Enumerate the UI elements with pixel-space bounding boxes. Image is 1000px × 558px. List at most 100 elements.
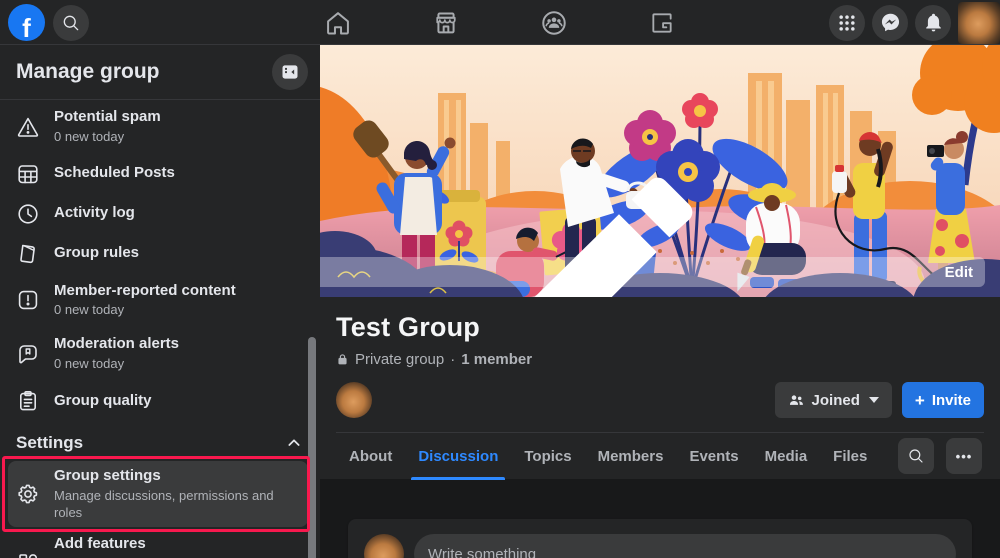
joined-label: Joined [812,392,860,409]
more-options-button[interactable]: ••• [946,438,982,474]
plus-icon: + [915,392,925,409]
search-icon [907,447,925,465]
feed-area: Write something [320,479,1000,550]
apps-grid-icon [837,13,857,33]
shapes-icon [16,551,40,558]
group-privacy-line: Private group · 1 member [336,351,984,368]
group-title: Test Group [336,297,984,343]
tab-members[interactable]: Members [585,433,677,480]
sidebar-title: Manage group [16,60,160,84]
sidebar-collapse-icon [280,62,300,82]
chevron-up-icon [286,435,302,451]
pencil-icon [320,146,938,297]
groups-icon [540,9,568,37]
top-center-tabs [324,0,676,45]
item-sub: 0 new today [54,302,236,319]
separator-dot: · [450,351,455,368]
warning-triangle-icon [16,115,40,139]
tab-discussion[interactable]: Discussion [405,433,511,480]
search-button[interactable] [53,5,89,41]
clock-icon [16,202,40,226]
notifications-button[interactable] [915,5,951,41]
group-search-button[interactable] [898,438,934,474]
sidebar-scrollbar-thumb[interactable] [308,337,316,558]
write-something-input[interactable]: Write something [414,534,956,558]
group-tabs: About Discussion Topics Members Events M… [336,433,880,480]
search-icon [61,13,81,33]
more-icon: ••• [956,449,973,464]
item-label: Moderation alerts [54,335,179,354]
tab-topics[interactable]: Topics [511,433,584,480]
member-avatar[interactable] [336,382,372,418]
post-composer-card: Write something [348,519,972,558]
home-tab[interactable] [324,9,352,37]
sidebar-item-group-quality[interactable]: Group quality [0,381,320,421]
bell-icon [923,12,944,33]
lock-icon [336,353,349,366]
sidebar-item-group-rules[interactable]: Group rules [0,234,320,274]
top-right-controls [829,0,1000,45]
item-label: Scheduled Posts [54,164,175,183]
clipboard-icon [16,389,40,413]
marketplace-tab[interactable] [432,9,460,37]
facebook-logo[interactable]: f [8,4,45,41]
settings-section-title: Settings [16,433,83,453]
facebook-group-admin-page: f [0,0,1000,558]
home-icon [324,9,352,37]
group-main-area: Edit Test Group Private group · 1 member [320,45,1000,558]
edit-cover-button[interactable]: Edit [320,257,985,287]
sidebar-item-moderation-alerts[interactable]: Moderation alerts 0 new today [0,327,320,381]
item-label: Potential spam [54,108,161,127]
gear-icon [16,482,40,506]
gaming-icon [649,10,675,36]
invite-button[interactable]: + Invite [902,382,984,418]
messenger-button[interactable] [872,5,908,41]
group-tabs-bar: About Discussion Topics Members Events M… [336,432,984,479]
settings-section-header[interactable]: Settings [0,421,320,459]
member-count[interactable]: 1 member [461,351,532,368]
joined-people-icon [788,392,805,409]
item-sub: Manage discussions, permissions and role… [54,488,290,522]
cover-photo[interactable]: Edit [320,45,1000,297]
rules-book-icon [16,242,40,266]
invite-label: Invite [932,392,971,409]
joined-button[interactable]: Joined [775,382,892,418]
tab-actions: ••• [898,438,984,474]
sidebar-header: Manage group [0,45,320,100]
report-square-icon [16,288,40,312]
gaming-tab[interactable] [648,9,676,37]
sidebar-item-add-features[interactable]: Add features Choose post formats, badges… [8,529,308,558]
item-sub: 0 new today [54,356,179,373]
item-label: Activity log [54,204,135,223]
tab-files[interactable]: Files [820,433,880,480]
members-and-actions-row: Joined + Invite [336,382,984,418]
sidebar-item-potential-spam[interactable]: Potential spam 0 new today [0,100,320,154]
item-label: Group quality [54,392,152,411]
tab-about[interactable]: About [336,433,405,480]
groups-tab[interactable] [540,9,568,37]
item-label: Add features [54,535,282,554]
top-navigation-bar: f [0,0,1000,45]
profile-avatar[interactable] [958,2,1000,44]
edit-cover-label: Edit [945,264,973,281]
sidebar-item-group-settings[interactable]: Group settings Manage discussions, permi… [8,461,308,528]
moderation-chat-icon [16,342,40,366]
privacy-label[interactable]: Private group [355,351,444,368]
group-header: Test Group Private group · 1 member [320,297,1000,479]
caret-down-icon [869,397,879,403]
tab-events[interactable]: Events [676,433,751,480]
apps-menu-button[interactable] [829,5,865,41]
item-sub: 0 new today [54,129,161,146]
calendar-grid-icon [16,162,40,186]
tab-media[interactable]: Media [752,433,821,480]
item-label: Member-reported content [54,282,236,301]
composer-avatar[interactable] [364,534,404,558]
sidebar-item-member-reported-content[interactable]: Member-reported content 0 new today [0,274,320,328]
sidebar-item-activity-log[interactable]: Activity log [0,194,320,234]
messenger-icon [880,12,901,33]
sidebar-item-scheduled-posts[interactable]: Scheduled Posts [0,154,320,194]
manage-group-sidebar: Manage group Potential spam 0 n [0,45,320,558]
collapse-sidebar-button[interactable] [272,54,308,90]
item-label: Group settings [54,467,290,486]
marketplace-icon [432,9,460,37]
